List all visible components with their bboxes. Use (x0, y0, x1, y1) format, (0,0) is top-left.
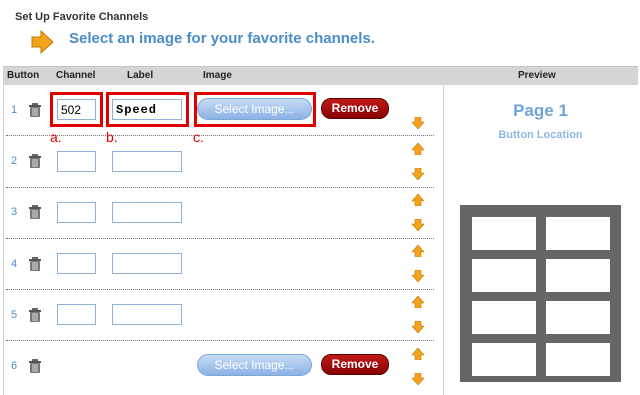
channel-field[interactable] (57, 253, 96, 274)
row-number: 5 (11, 309, 18, 321)
row-number: 6 (11, 360, 18, 372)
row-number: 3 (11, 206, 18, 218)
callout-label-b: b. (106, 129, 118, 145)
page-title: Set Up Favorite Channels (15, 11, 149, 23)
channel-field[interactable] (57, 304, 96, 325)
row-divider (6, 289, 434, 290)
arrow-down-icon[interactable] (411, 219, 425, 231)
arrow-up-icon[interactable] (411, 143, 425, 155)
arrow-up-icon[interactable] (411, 194, 425, 206)
arrow-down-icon[interactable] (411, 373, 425, 385)
arrow-down-icon[interactable] (411, 321, 425, 333)
trash-icon[interactable] (27, 358, 43, 374)
row-divider (6, 238, 434, 239)
preview-page-title: Page 1 (513, 101, 568, 120)
trash-icon[interactable] (27, 307, 43, 323)
arrow-up-icon[interactable] (411, 245, 425, 257)
row-divider (6, 340, 434, 341)
remove-button[interactable]: Remove (321, 354, 389, 375)
preview-subtitle: Button Location (498, 129, 583, 141)
arrow-down-icon[interactable] (411, 270, 425, 282)
arrow-down-icon[interactable] (411, 168, 425, 180)
callout-box-channel (50, 92, 103, 127)
table-header: Button Channel Label Image Preview (3, 66, 638, 85)
grid-slot[interactable] (546, 217, 610, 250)
grid-slot[interactable] (546, 259, 610, 292)
row-divider (6, 135, 434, 136)
arrow-up-icon[interactable] (411, 296, 425, 308)
grid-slot[interactable] (546, 343, 610, 376)
header-preview: Preview (518, 70, 556, 81)
channel-field[interactable] (57, 202, 96, 223)
trash-icon[interactable] (27, 256, 43, 272)
trash-icon[interactable] (27, 102, 43, 118)
select-image-button[interactable]: Select Image... (197, 354, 312, 376)
row-number: 2 (11, 155, 18, 167)
button-location-grid (460, 205, 621, 382)
header-image: Image (203, 70, 232, 81)
arrow-right-icon (31, 29, 54, 55)
grid-slot[interactable] (472, 343, 536, 376)
callout-box-label (106, 92, 189, 127)
header-button: Button (7, 70, 40, 81)
arrow-up-icon[interactable] (411, 348, 425, 360)
row-divider (6, 187, 434, 188)
label-field[interactable] (112, 304, 182, 325)
label-field[interactable] (112, 202, 182, 223)
header-channel: Channel (56, 70, 96, 81)
header-label: Label (127, 70, 154, 81)
row-number: 1 (11, 104, 18, 116)
grid-slot[interactable] (546, 301, 610, 334)
callout-label-a: a. (50, 129, 62, 145)
row-number: 4 (11, 258, 18, 270)
trash-icon[interactable] (27, 153, 43, 169)
callout-box-image (194, 92, 316, 127)
instruction-text: Select an image for your favorite channe… (69, 30, 375, 47)
grid-slot[interactable] (472, 301, 536, 334)
rows-column (3, 85, 443, 395)
trash-icon[interactable] (27, 204, 43, 220)
label-field[interactable] (112, 253, 182, 274)
channel-field[interactable] (57, 151, 96, 172)
grid-slot[interactable] (472, 259, 536, 292)
label-field[interactable] (112, 151, 182, 172)
arrow-down-icon[interactable] (411, 117, 425, 129)
grid-slot[interactable] (472, 217, 536, 250)
remove-button[interactable]: Remove (321, 98, 389, 119)
callout-label-c: c. (193, 129, 204, 145)
